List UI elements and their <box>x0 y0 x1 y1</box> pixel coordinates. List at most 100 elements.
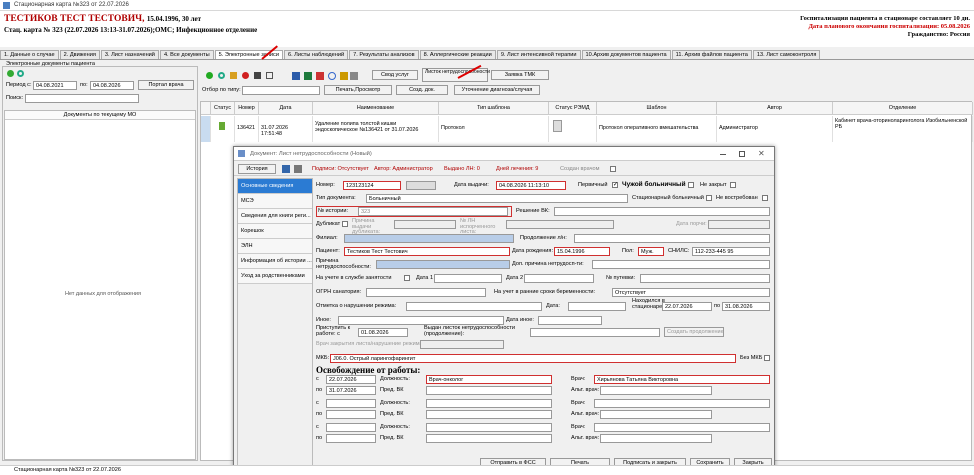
side-item-3[interactable]: Сведения для книги реги... <box>238 209 312 224</box>
release-from-input[interactable] <box>326 423 376 432</box>
release-from-input[interactable]: 22.07.2026 <box>326 375 376 384</box>
tab-4[interactable]: 4. Все документы <box>159 50 214 59</box>
grid-header-dept[interactable]: Отделение <box>833 102 973 115</box>
prevk-input[interactable] <box>426 434 552 443</box>
continuation-input[interactable] <box>574 234 770 243</box>
tab-11[interactable]: 11. Архив файлов пациента <box>671 50 752 59</box>
other-input[interactable] <box>338 316 504 325</box>
help-icon[interactable] <box>328 72 336 80</box>
tab-12[interactable]: 13. Лист самоконтроля <box>752 50 821 59</box>
branch-select[interactable] <box>344 234 514 243</box>
doctor-input[interactable] <box>594 423 770 432</box>
create-doc-button[interactable]: Созд. док. <box>396 85 448 95</box>
start-work-input[interactable]: 01.08.2026 <box>358 328 408 337</box>
side-item-2[interactable]: МСЭ <box>238 194 312 209</box>
release-to-input[interactable]: 31.07.2026 <box>326 386 376 395</box>
position-input[interactable] <box>426 423 552 432</box>
prevk-input[interactable] <box>426 410 552 419</box>
dup-reason-select[interactable] <box>394 220 456 229</box>
grid-header-status[interactable]: Статус <box>211 102 235 115</box>
dob-input[interactable]: 15.04.1996 <box>554 247 610 256</box>
notclosed-checkbox[interactable] <box>730 182 736 188</box>
violation-date-input[interactable] <box>568 302 626 311</box>
row-selector[interactable] <box>201 116 211 142</box>
release-to-input[interactable] <box>326 434 376 443</box>
tab-7[interactable]: 7. Результаты анализов <box>349 50 419 59</box>
foreign-checkbox[interactable] <box>688 182 694 188</box>
filter-select[interactable] <box>242 86 320 95</box>
tmk-button[interactable]: Заявка ТМК <box>491 70 549 80</box>
position-input[interactable]: Врач-онколог <box>426 375 552 384</box>
maximize-icon[interactable] <box>739 151 745 157</box>
clarify-button[interactable]: Уточнение диагноза/случая <box>454 85 540 95</box>
grid-header-remd[interactable]: Статус РЭМД <box>549 102 597 115</box>
add-icon[interactable] <box>7 70 14 77</box>
tab-10[interactable]: 10.Архив документов пациента <box>581 50 671 59</box>
spoiled-input[interactable] <box>506 220 614 229</box>
unclaimed-checkbox[interactable] <box>762 195 768 201</box>
pdf-icon[interactable] <box>316 72 324 80</box>
grid-header-number[interactable]: Номер <box>235 102 259 115</box>
search-input[interactable] <box>25 94 139 103</box>
minimize-icon[interactable] <box>720 154 726 155</box>
grid-header-date[interactable]: Дата <box>259 102 313 115</box>
doctor-input[interactable] <box>594 399 770 408</box>
stop-icon[interactable] <box>254 72 261 79</box>
cart-icon[interactable] <box>350 72 358 80</box>
close-icon[interactable]: ✕ <box>758 149 765 158</box>
excel-icon[interactable] <box>304 72 312 80</box>
tab-8[interactable]: 8. Аллергические реакции <box>419 50 496 59</box>
patient-input[interactable]: Тестиков Тест Тестович <box>344 247 510 256</box>
hosp-from-input[interactable]: 22.07.2026 <box>662 302 712 311</box>
side-item-4[interactable]: Корешок <box>238 224 312 239</box>
number-input[interactable]: 123123124 <box>343 181 401 190</box>
position-input[interactable] <box>426 399 552 408</box>
save-icon[interactable] <box>282 165 290 173</box>
refresh-icon[interactable] <box>17 70 24 77</box>
alt-doctor-input[interactable] <box>600 410 712 419</box>
tab-6[interactable]: 6. Листы наблюдений <box>283 50 349 59</box>
sex-select[interactable]: Муж. <box>638 247 664 256</box>
alt-doctor-input[interactable] <box>600 434 712 443</box>
date1-input[interactable] <box>434 274 502 283</box>
period-to-input[interactable]: 04.08.2026 <box>90 81 134 90</box>
doctype-select[interactable]: Больничный <box>366 194 628 203</box>
side-item-1[interactable]: Основные сведения <box>238 179 312 194</box>
voucher-input[interactable] <box>640 274 770 283</box>
period-from-input[interactable]: 04.08.2021 <box>33 81 77 90</box>
stac-checkbox[interactable] <box>706 195 712 201</box>
issued-cont-input[interactable] <box>530 328 660 337</box>
tab-5[interactable]: 5. Электронные записи <box>214 50 283 59</box>
delete-icon[interactable] <box>242 72 249 79</box>
alt-doctor-input[interactable] <box>600 386 712 395</box>
edit-icon[interactable] <box>230 72 237 79</box>
sick-leave-button[interactable]: Листок нетрудоспособности <box>422 68 490 82</box>
grid-header-type[interactable]: Тип шаблона <box>439 102 549 115</box>
snils-input[interactable]: 112-233-445 95 <box>692 247 770 256</box>
date2-input[interactable] <box>524 274 594 283</box>
ogrn-input[interactable] <box>366 288 486 297</box>
spoil-date-input[interactable] <box>708 220 770 229</box>
other-date-input[interactable] <box>538 316 602 325</box>
side-item-7[interactable]: Уход за родственниками <box>238 269 312 284</box>
tab-1[interactable]: 1. Данные о случае <box>0 50 59 59</box>
vk-input[interactable] <box>554 207 770 216</box>
side-item-6[interactable]: Информация об истории ... <box>238 254 312 269</box>
hosp-to-input[interactable]: 31.08.2026 <box>722 302 770 311</box>
created-by-checkbox[interactable] <box>610 166 616 172</box>
employment-checkbox[interactable] <box>404 275 410 281</box>
tab-2[interactable]: 2. Движения <box>59 50 100 59</box>
cause-select[interactable] <box>376 260 510 269</box>
grid-header-template[interactable]: Шаблон <box>597 102 717 115</box>
print-icon[interactable] <box>294 165 302 173</box>
addcause-input[interactable] <box>592 260 770 269</box>
lock-icon[interactable] <box>340 72 348 80</box>
doctor-input[interactable]: Хирьянова Татьяна Викторовна <box>594 375 770 384</box>
release-to-input[interactable] <box>326 410 376 419</box>
mkb-input[interactable]: J06.0. Острый ларингофарингит <box>330 354 736 363</box>
create-continuation-button[interactable]: Создать продолжение <box>664 327 724 337</box>
refresh-icon[interactable] <box>218 72 225 79</box>
taskbar-item[interactable]: Стационарная карта №323 от 22.07.2026 <box>14 467 121 473</box>
primary-checkbox[interactable] <box>612 181 618 188</box>
prevk-input[interactable] <box>426 386 552 395</box>
